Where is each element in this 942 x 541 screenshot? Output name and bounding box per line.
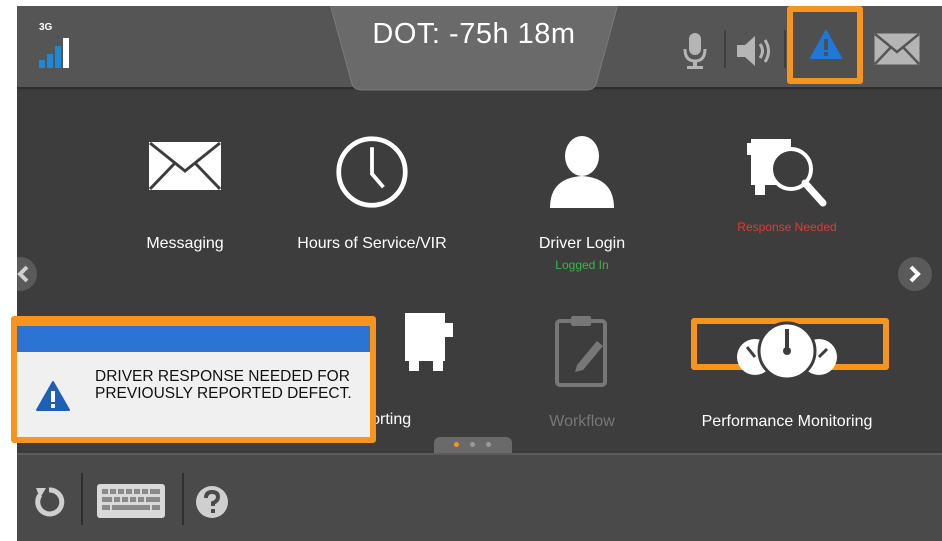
truck-search-icon (747, 139, 827, 207)
vehicle-inspection-app[interactable]: Response Needed (682, 131, 892, 234)
warning-icon (810, 30, 842, 59)
device-screen: 3G DOT: -75h 18m Messaging Hours of Serv… (17, 6, 942, 541)
app-label: Hours of Service/VIR (297, 235, 447, 252)
toolbar-divider (784, 30, 786, 68)
previous-page-button[interactable] (17, 257, 37, 291)
app-label: Messaging (146, 235, 224, 252)
app-label: Driver Login (538, 235, 626, 252)
bottom-toolbar (17, 453, 942, 541)
toolbar-divider (182, 473, 184, 525)
login-status: Logged In (555, 258, 609, 272)
next-page-button[interactable] (898, 257, 932, 291)
page-dot (470, 442, 475, 447)
defect-notification-popup[interactable]: DRIVER RESPONSE NEEDED FOR PREVIOUSLY RE… (11, 316, 376, 443)
notification-header (17, 322, 370, 352)
refresh-icon[interactable] (32, 485, 66, 519)
clock-icon (336, 136, 408, 208)
top-status-bar: 3G DOT: -75h 18m (17, 6, 942, 91)
app-label: Workflow (549, 413, 615, 430)
hours-of-service-app[interactable]: Hours of Service/VIR (267, 134, 477, 253)
signal-strength-icon: 3G (36, 22, 76, 68)
gauges-icon (737, 321, 837, 381)
performance-monitoring-app[interactable]: Performance Monitoring (682, 313, 892, 431)
app-label: Performance Monitoring (701, 413, 873, 430)
inspection-status: Response Needed (737, 220, 837, 234)
microphone-icon[interactable] (680, 31, 710, 71)
mail-icon[interactable] (873, 32, 921, 66)
chevron-right-icon (909, 265, 921, 283)
chevron-left-icon (17, 265, 29, 283)
keyboard-icon[interactable] (96, 483, 166, 519)
page-indicator[interactable] (434, 437, 512, 453)
network-type-label: 3G (39, 22, 53, 33)
speaker-icon[interactable] (735, 33, 775, 69)
toolbar-divider (724, 30, 726, 68)
page-dot-active (454, 442, 459, 447)
workflow-app[interactable]: Workflow (477, 313, 687, 431)
user-icon (550, 136, 614, 208)
alert-button[interactable] (787, 6, 863, 84)
clipboard-edit-icon (555, 316, 607, 387)
toolbar-divider (81, 473, 83, 525)
help-icon[interactable] (195, 485, 229, 519)
warning-icon (36, 381, 70, 411)
envelope-icon (148, 141, 222, 191)
dot-hours-remaining: DOT: -75h 18m (372, 18, 576, 50)
notification-message: DRIVER RESPONSE NEEDED FOR PREVIOUSLY RE… (95, 368, 352, 402)
driver-login-app[interactable]: Driver Login Logged In (477, 134, 687, 272)
page-dot (486, 442, 491, 447)
truck-icon (405, 313, 453, 371)
messaging-app[interactable]: Messaging (80, 134, 290, 253)
